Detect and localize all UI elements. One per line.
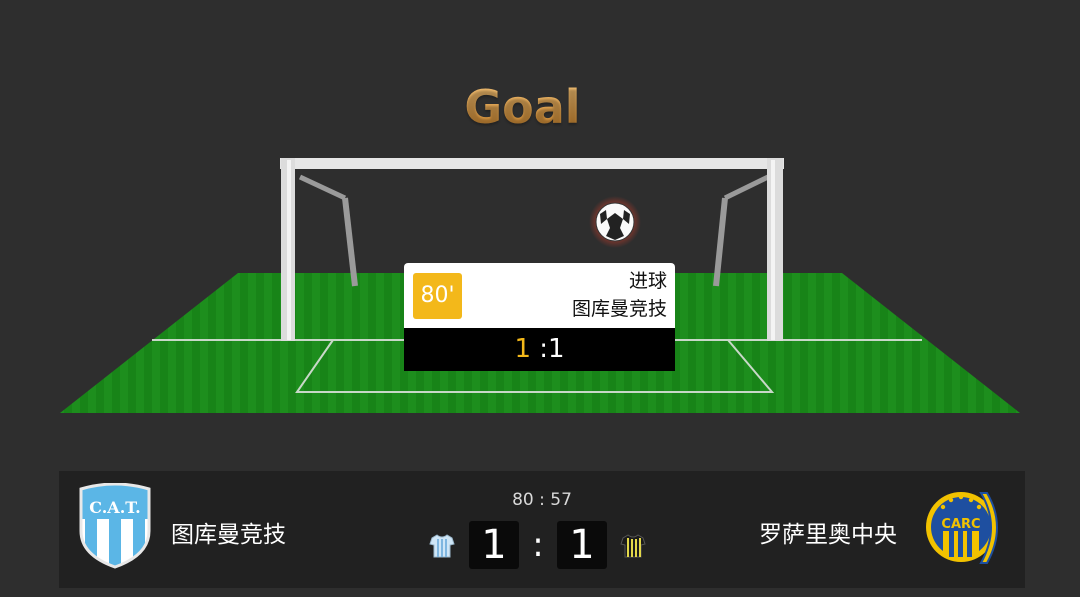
goal-animation-stage: Goal 80' 进球 图库曼竞技 1 :1 [0, 0, 1080, 460]
event-score-away: :1 [539, 334, 565, 364]
event-type-label: 进球 [628, 270, 667, 292]
scoreboard: C.A.T. 图库曼竞技 80 : 57 1 : 1 罗萨里奥中央 CARC [59, 471, 1025, 588]
away-score: 1 [557, 521, 607, 569]
event-score-panel: 1 :1 [404, 328, 675, 371]
away-team-crest: CARC [926, 492, 998, 564]
home-score: 1 [469, 521, 519, 569]
pitch-graphic [60, 158, 1020, 413]
goal-event-popup: 80' 进球 图库曼竞技 1 :1 [404, 263, 675, 371]
home-shirt-icon [429, 534, 455, 558]
event-minute-badge: 80' [413, 273, 462, 319]
soccer-ball-icon [589, 196, 641, 248]
event-info-panel: 80' 进球 图库曼竞技 [404, 263, 675, 328]
event-team-label: 图库曼竞技 [571, 298, 667, 320]
away-shirt-icon [620, 534, 646, 558]
away-team-name: 罗萨里奥中央 [759, 522, 897, 548]
event-score-home: 1 [514, 334, 531, 364]
score-separator: : [532, 525, 544, 565]
match-clock: 80 : 57 [512, 490, 572, 510]
home-team-name: 图库曼竞技 [171, 522, 286, 548]
away-crest-text: CARC [941, 517, 980, 532]
goal-banner-title: Goal [0, 80, 1045, 134]
